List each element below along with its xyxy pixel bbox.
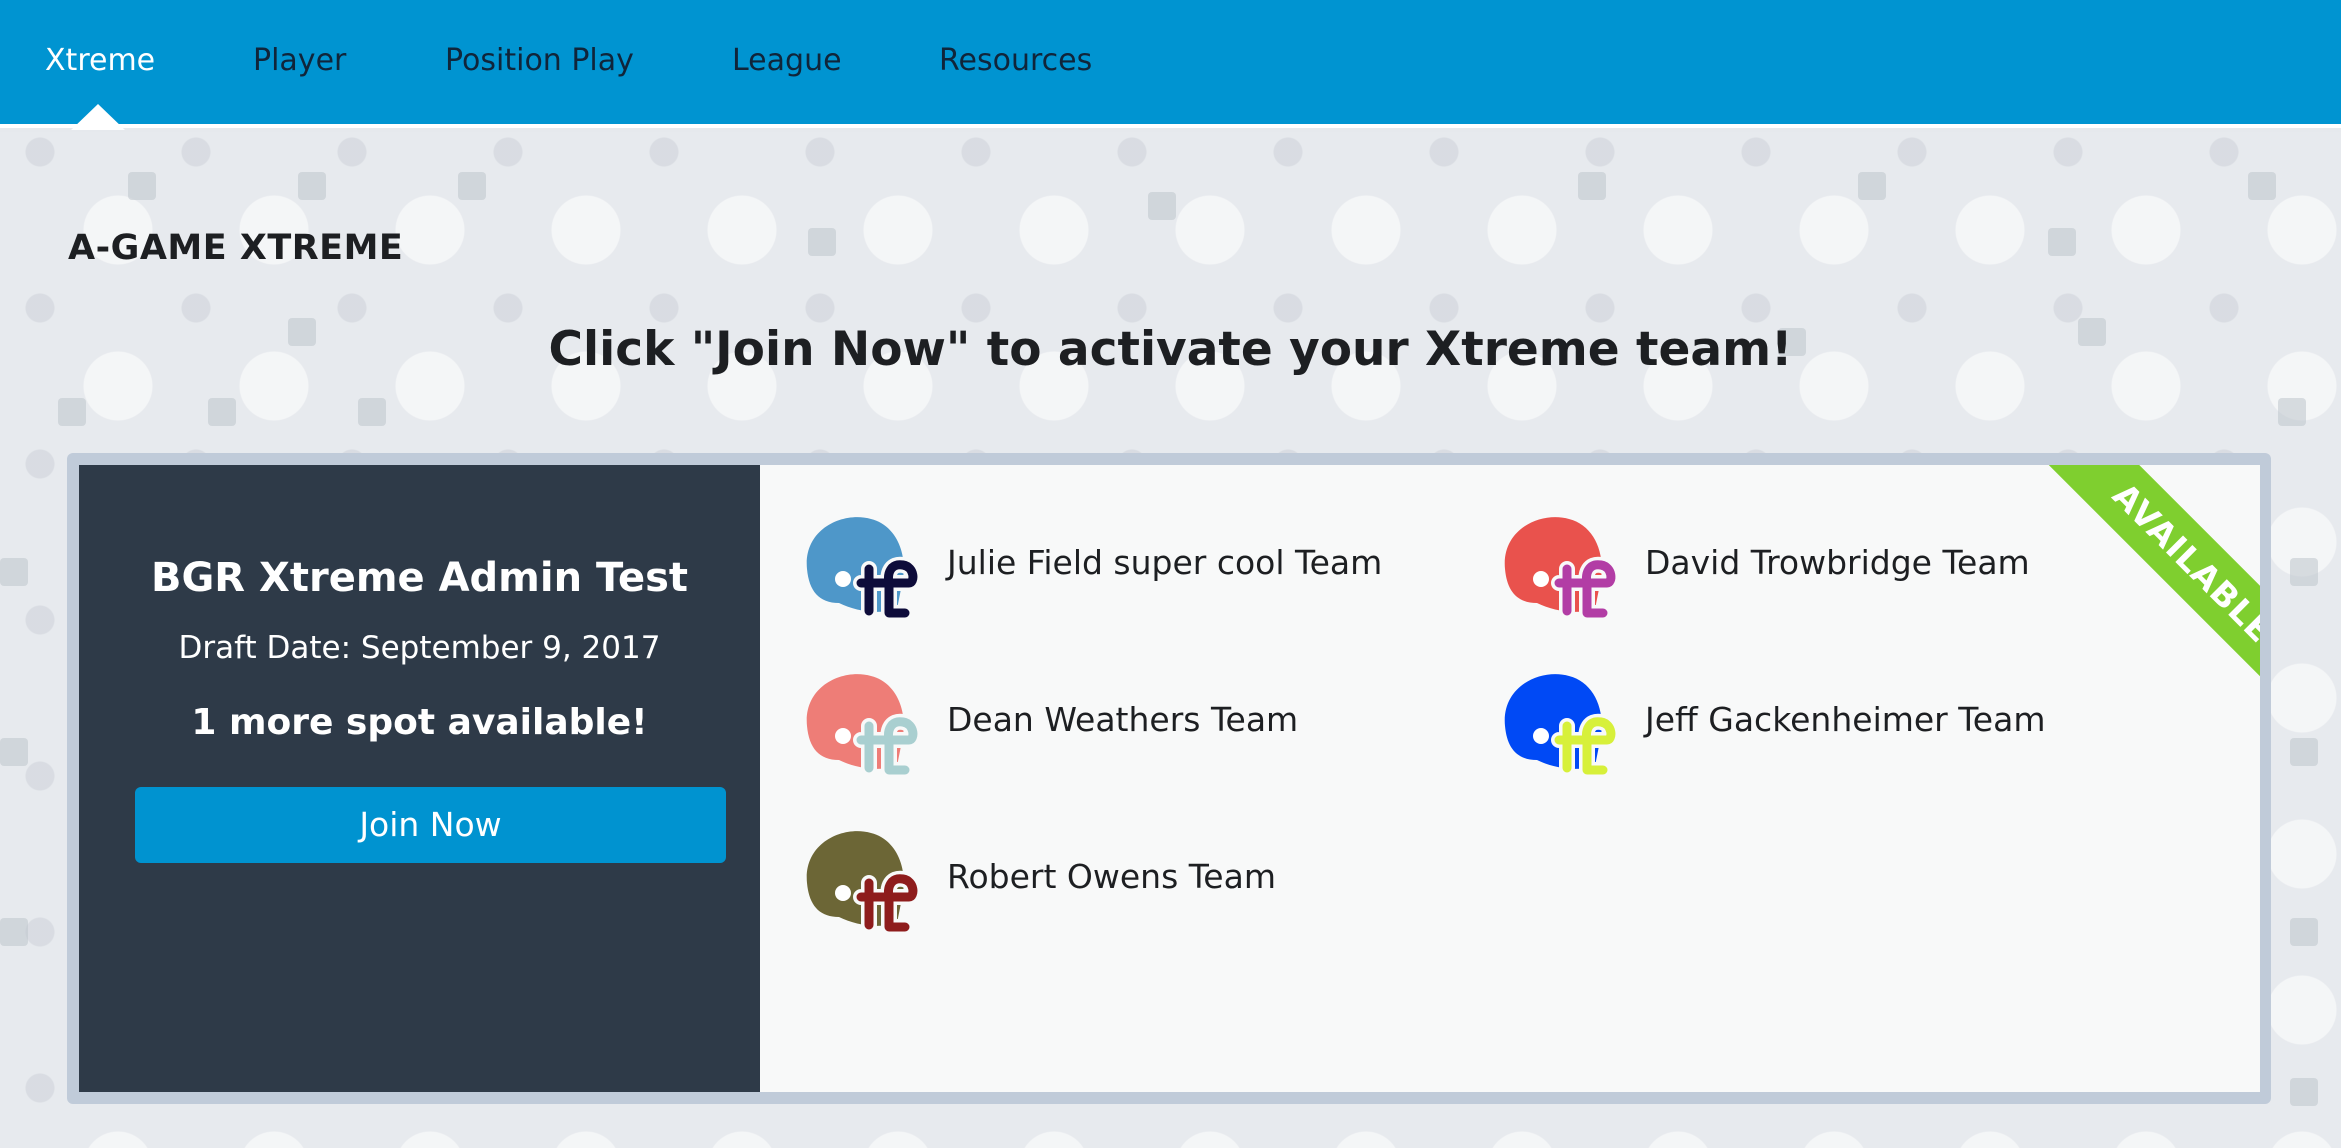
league-info-panel: BGR Xtreme Admin Test Draft Date: Septem… bbox=[79, 465, 760, 1092]
draft-date: Draft Date: September 9, 2017 bbox=[178, 630, 661, 666]
nav-item-resources[interactable]: Resources bbox=[939, 0, 1092, 124]
nav-item-player[interactable]: Player bbox=[253, 0, 346, 124]
team-name: Dean Weathers Team bbox=[947, 700, 1299, 739]
team-name: David Trowbridge Team bbox=[1645, 543, 2030, 582]
team-name: Julie Field super cool Team bbox=[947, 543, 1383, 582]
team-name: Jeff Gackenheimer Team bbox=[1645, 700, 2046, 739]
football-helmet-icon bbox=[806, 517, 921, 621]
league-name: BGR Xtreme Admin Test bbox=[150, 555, 688, 601]
spots-available: 1 more spot available! bbox=[191, 702, 648, 743]
join-instruction: Click "Join Now" to activate your Xtreme… bbox=[548, 322, 1793, 377]
football-helmet-icon bbox=[806, 674, 921, 778]
top-navigation: Xtreme Player Position Play League Resou… bbox=[0, 0, 2341, 130]
football-helmet-icon bbox=[1504, 517, 1619, 621]
league-card: BGR Xtreme Admin Test Draft Date: Septem… bbox=[67, 453, 2271, 1104]
nav-item-league[interactable]: League bbox=[732, 0, 842, 124]
nav-item-position-play[interactable]: Position Play bbox=[445, 0, 634, 124]
available-ribbon-label: AVAILABLE! bbox=[2048, 465, 2260, 719]
team-list-panel: Julie Field super cool Team David Trowbr… bbox=[760, 465, 2260, 1092]
active-tab-caret-icon bbox=[71, 104, 125, 130]
join-now-button[interactable]: Join Now bbox=[135, 787, 726, 863]
football-helmet-icon bbox=[1504, 674, 1619, 778]
team-name: Robert Owens Team bbox=[947, 857, 1276, 896]
page-title: A-GAME XTREME bbox=[68, 228, 404, 268]
available-ribbon: AVAILABLE! bbox=[2000, 465, 2260, 745]
football-helmet-icon bbox=[806, 831, 921, 935]
